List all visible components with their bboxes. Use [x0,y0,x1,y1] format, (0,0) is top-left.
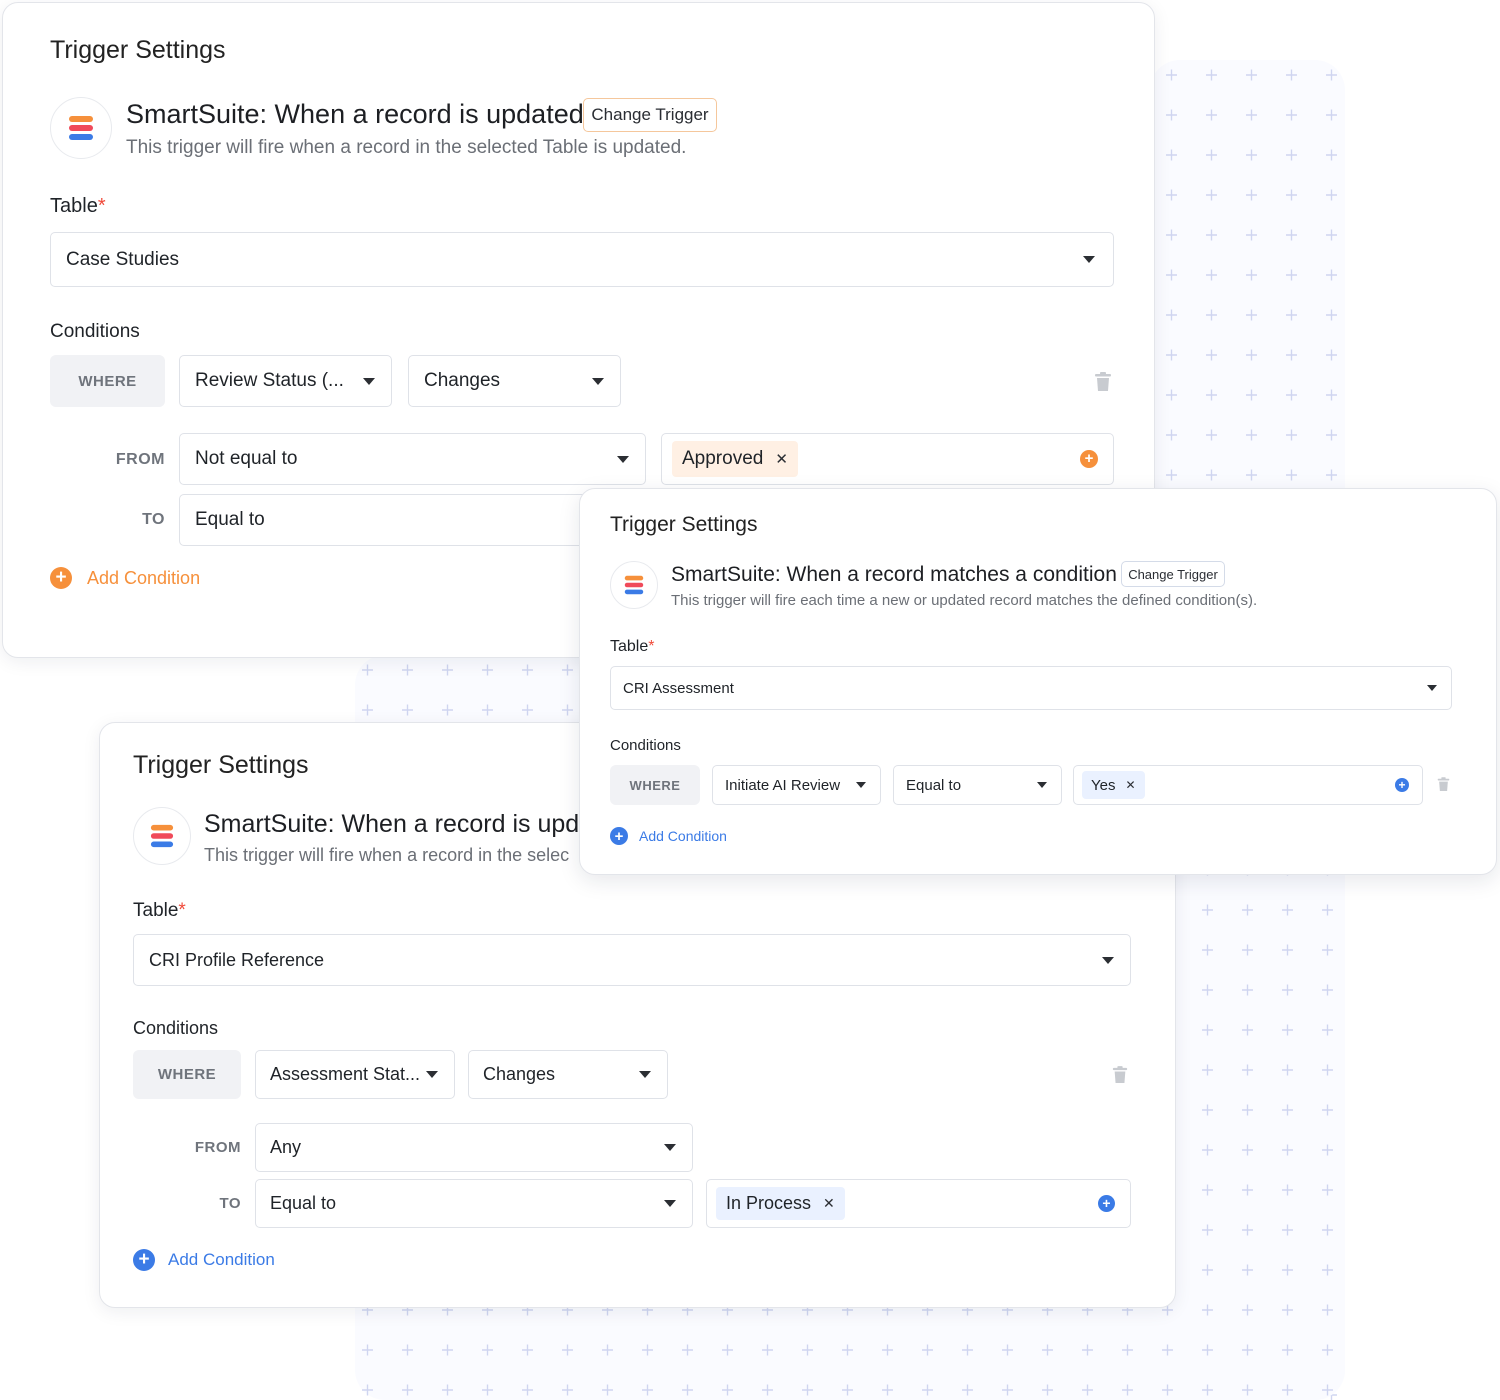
field-select[interactable]: Initiate AI Review [712,765,881,805]
where-label: WHERE [50,355,165,407]
field-select-value: Initiate AI Review [725,776,841,794]
trash-icon[interactable] [1437,777,1450,792]
operator-select-value: Changes [483,1064,556,1084]
field-select[interactable]: Assessment Stat... [255,1050,455,1099]
trigger-description: This trigger will fire each time a new o… [671,592,1258,609]
plus-circle-icon[interactable]: + [1080,450,1098,468]
table-select[interactable]: CRI Profile Reference [133,934,1131,986]
chevron-down-icon [426,1071,438,1078]
chevron-down-icon [664,1200,676,1207]
smartsuite-logo-icon [50,97,112,159]
from-label: FROM [194,1139,241,1156]
to-operator-value: Equal to [195,509,265,530]
to-operator-select[interactable]: Equal to [179,494,646,546]
operator-select-value: Equal to [906,776,962,794]
plus-circle-icon[interactable]: + [1098,1195,1115,1212]
field-select[interactable]: Review Status (... [179,355,392,407]
chevron-down-icon [1102,956,1114,964]
trigger-description: This trigger will fire when a record in … [204,845,570,865]
change-trigger-button[interactable]: Change Trigger [583,98,717,132]
table-label: Table* [610,638,655,655]
table-select-value: CRI Assessment [623,679,734,697]
from-label: FROM [115,451,165,468]
table-select-value: Case Studies [66,248,180,270]
card-title: Trigger Settings [610,513,758,536]
from-operator-select[interactable]: Any [255,1123,693,1172]
to-label: TO [219,1195,241,1212]
chevron-down-icon [664,1144,676,1151]
add-condition-label: Add Condition [639,828,727,844]
chip-label: Approved [682,448,764,469]
trigger-description: This trigger will fire when a record in … [126,137,687,158]
to-label: TO [142,511,165,528]
chip-label: Yes [1091,776,1116,794]
field-select-value: Review Status (... [195,370,344,391]
table-select[interactable]: CRI Assessment [610,666,1452,710]
chevron-down-icon [856,782,866,788]
plus-circle-icon: + [133,1249,155,1271]
chevron-down-icon [363,377,375,385]
value-chip-yes: Yes ✕ [1082,771,1145,799]
trigger-headline: SmartSuite: When a record is upda [204,810,582,838]
trash-icon[interactable] [1112,1066,1128,1084]
table-label: Table* [50,195,106,217]
add-condition-label: Add Condition [87,567,201,588]
chevron-down-icon [1037,782,1047,788]
trigger-settings-card-secondary: Trigger Settings SmartSuite: When a reco… [579,488,1497,875]
value-chip-in-process: In Process ✕ [716,1187,845,1220]
value-chip-approved: Approved ✕ [672,441,798,477]
from-operator-value: Not equal to [195,448,298,469]
table-select-value: CRI Profile Reference [149,949,325,970]
add-condition-button[interactable]: + Add Condition [50,567,200,589]
conditions-label: Conditions [133,1018,219,1038]
required-asterisk: * [648,638,655,655]
where-label: WHERE [133,1050,241,1099]
from-operator-value: Any [270,1137,302,1157]
operator-select[interactable]: Changes [408,355,621,407]
chevron-down-icon [1427,685,1437,691]
from-operator-select[interactable]: Not equal to [179,433,646,485]
trigger-headline: SmartSuite: When a record is updated [126,99,584,129]
field-select-value: Assessment Stat... [270,1064,421,1084]
where-label: WHERE [610,765,700,805]
card-title: Trigger Settings [133,751,309,779]
close-icon[interactable]: ✕ [775,450,788,468]
required-asterisk: * [97,195,106,217]
operator-select[interactable]: Changes [468,1050,668,1099]
trigger-headline: SmartSuite: When a record matches a cond… [671,563,1117,586]
required-asterisk: * [178,900,186,921]
table-label: Table* [133,900,186,921]
conditions-label: Conditions [610,737,681,754]
operator-select-value: Changes [424,370,501,391]
to-operator-select[interactable]: Equal to [255,1179,693,1228]
plus-circle-icon: + [50,567,72,589]
chevron-down-icon [617,455,629,463]
add-condition-label: Add Condition [168,1250,275,1269]
close-icon[interactable]: ✕ [1125,778,1135,792]
card-title: Trigger Settings [50,36,226,64]
chip-label: In Process [726,1193,812,1213]
close-icon[interactable]: ✕ [823,1195,835,1212]
plus-circle-icon: + [610,827,628,845]
chevron-down-icon [592,377,604,385]
change-trigger-button[interactable]: Change Trigger [1121,561,1225,587]
smartsuite-logo-icon [133,807,191,865]
trash-icon[interactable] [1094,372,1112,392]
add-condition-button[interactable]: + Add Condition [610,827,727,845]
chevron-down-icon [639,1071,651,1078]
table-select[interactable]: Case Studies [50,232,1114,287]
chevron-down-icon [1083,256,1095,263]
conditions-label: Conditions [50,321,140,342]
to-operator-value: Equal to [270,1193,337,1213]
add-condition-button[interactable]: + Add Condition [133,1249,275,1271]
smartsuite-logo-icon [610,561,658,609]
operator-select[interactable]: Equal to [893,765,1062,805]
plus-circle-icon[interactable]: + [1395,778,1409,792]
